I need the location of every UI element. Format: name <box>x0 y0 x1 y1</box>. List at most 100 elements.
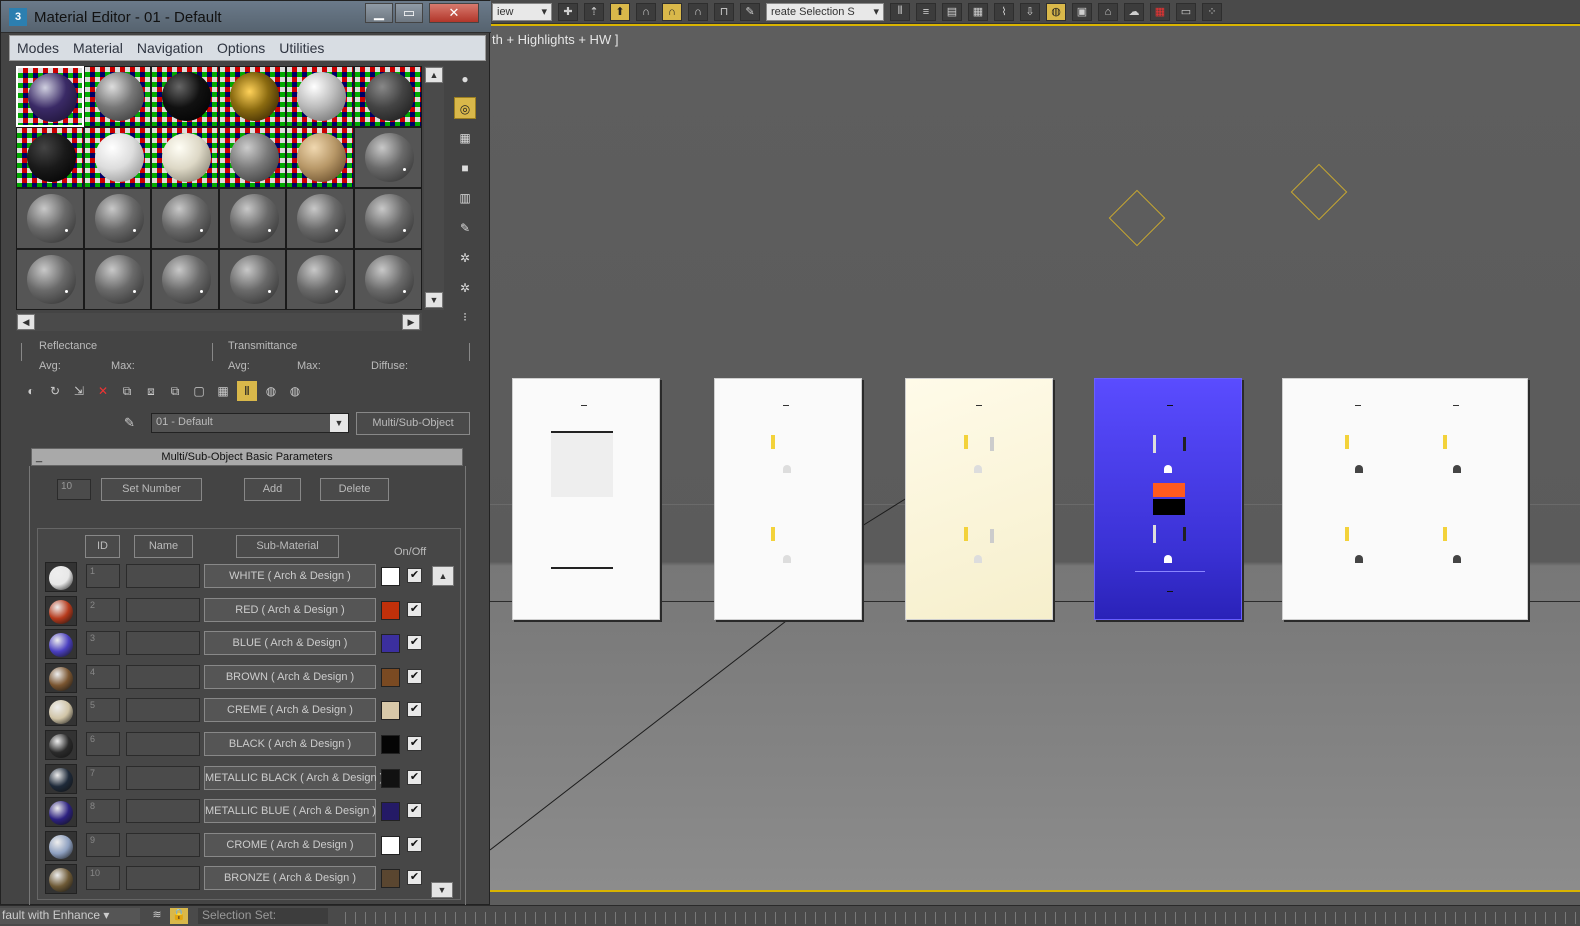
mirror-icon[interactable]: ⫴ <box>890 2 910 21</box>
sub-material-name-field[interactable] <box>126 799 200 824</box>
sub-material-onoff-checkbox[interactable]: ✔ <box>407 836 422 852</box>
sub-material-name-field[interactable] <box>126 866 200 891</box>
material-type-button[interactable]: Multi/Sub-Object <box>356 412 470 435</box>
show-end-result-icon[interactable]: Ⅱ <box>237 381 257 401</box>
sample-slot[interactable] <box>16 66 84 127</box>
sub-material-button[interactable]: RED ( Arch & Design ) <box>204 597 376 622</box>
sub-material-id-field[interactable]: 5 <box>86 698 120 723</box>
sub-material-onoff-checkbox[interactable]: ✔ <box>407 601 422 617</box>
make-preview-icon[interactable]: ✎ <box>454 217 476 239</box>
list-scroll-down-button[interactable]: ▼ <box>431 882 453 898</box>
sub-material-onoff-checkbox[interactable]: ✔ <box>407 803 422 819</box>
sub-material-button[interactable]: METALLIC BLACK ( Arch & Design ) <box>204 765 383 790</box>
sub-material-id-field[interactable]: 1 <box>86 564 120 588</box>
slots-vertical-scrollbar[interactable]: ▲ ▼ <box>424 66 444 310</box>
sample-slot[interactable] <box>151 127 219 188</box>
snap-icon[interactable]: ⬆ <box>610 2 630 21</box>
sample-slot[interactable] <box>83 249 152 310</box>
sample-slot[interactable] <box>83 188 152 249</box>
sample-slot[interactable] <box>218 249 287 310</box>
sub-material-id-field[interactable]: 10 <box>86 866 120 891</box>
maximize-button[interactable]: ▭ <box>395 3 423 23</box>
sub-material-name-field[interactable] <box>126 564 200 588</box>
background-checker-icon[interactable]: ▦ <box>454 127 476 149</box>
sample-slot[interactable] <box>353 188 422 249</box>
sub-material-color-swatch[interactable] <box>381 567 400 586</box>
reference-coord-dropdown[interactable]: iew ▾ <box>492 2 552 21</box>
count-field[interactable]: 10 <box>57 479 91 500</box>
backlight-icon[interactable]: ◎ <box>454 97 476 119</box>
sample-slot[interactable] <box>218 127 287 188</box>
scroll-left-button[interactable]: ◀ <box>17 314 35 330</box>
sample-slot[interactable] <box>353 127 422 188</box>
sub-material-thumbnail[interactable] <box>45 864 77 895</box>
sub-material-thumbnail[interactable] <box>45 696 77 727</box>
make-unique-icon[interactable]: ⧈ <box>141 381 161 401</box>
sub-material-thumbnail[interactable] <box>45 797 77 828</box>
align-icon[interactable]: ≡ <box>916 2 936 21</box>
render-preset-dropdown[interactable]: fault with Enhance ▾ <box>0 908 140 924</box>
material-id-channel-icon[interactable]: ▢ <box>189 381 209 401</box>
sub-material-color-swatch[interactable] <box>381 802 400 822</box>
lock-selection-icon[interactable]: 🔒 <box>170 908 188 924</box>
render-setup-icon[interactable]: ▣ <box>1072 2 1092 21</box>
gfci-plate-blue[interactable] <box>1094 378 1242 620</box>
sub-material-thumbnail[interactable] <box>45 763 77 794</box>
sub-material-color-swatch[interactable] <box>381 735 400 754</box>
sample-slot[interactable] <box>16 127 84 188</box>
sub-material-button[interactable]: BRONZE ( Arch & Design ) <box>204 866 376 891</box>
sub-material-onoff-checkbox[interactable]: ✔ <box>407 769 422 785</box>
sub-material-color-swatch[interactable] <box>381 634 400 654</box>
scroll-up-button[interactable]: ▲ <box>425 67 443 83</box>
render-iterative-icon[interactable]: ▦ <box>1150 2 1170 21</box>
sub-material-button[interactable]: WHITE ( Arch & Design ) <box>204 564 376 588</box>
put-to-library-icon[interactable]: ⧉ <box>165 381 185 401</box>
delete-button[interactable]: Delete <box>320 478 389 501</box>
selection-set-field[interactable]: Selection Set: <box>198 908 328 924</box>
sub-material-onoff-checkbox[interactable]: ✔ <box>407 870 422 886</box>
sample-slot[interactable] <box>286 127 354 188</box>
sample-type-icon[interactable]: ● <box>454 68 476 90</box>
show-shaded-material-icon[interactable]: ▦ <box>213 381 233 401</box>
spinner-snap-icon[interactable]: ∩ <box>688 2 708 21</box>
render-production-icon[interactable]: ☁ <box>1124 2 1144 21</box>
layer-manager-icon[interactable]: ▤ <box>942 2 962 21</box>
sub-material-thumbnail[interactable] <box>45 662 77 693</box>
named-selection-dropdown[interactable]: reate Selection S ▾ <box>766 2 884 21</box>
rollout-toggle[interactable]: _ <box>36 449 42 465</box>
options-icon[interactable]: ✲ <box>454 247 476 269</box>
sub-material-name-field[interactable] <box>126 664 200 689</box>
sub-material-color-swatch[interactable] <box>381 869 400 889</box>
double-outlet-plate[interactable] <box>1282 378 1528 620</box>
sub-material-id-field[interactable]: 8 <box>86 799 120 824</box>
slots-horizontal-scrollbar[interactable]: ◀ ▶ <box>16 313 422 331</box>
online-render-icon[interactable]: ▭ <box>1176 2 1196 21</box>
sub-material-color-swatch[interactable] <box>381 667 400 687</box>
sub-material-thumbnail[interactable] <box>45 629 77 660</box>
menu-options[interactable]: Options <box>210 40 272 56</box>
copy-material-icon[interactable]: ⧉ <box>117 381 137 401</box>
sub-material-onoff-checkbox[interactable]: ✔ <box>407 668 422 684</box>
get-material-icon[interactable]: ◐ <box>21 381 41 401</box>
go-to-parent-icon[interactable]: ◍ <box>261 381 281 401</box>
sub-material-id-field[interactable]: 9 <box>86 832 120 857</box>
percent-snap-icon[interactable]: ∩ <box>662 2 682 21</box>
render-frame-icon[interactable]: ⌂ <box>1098 2 1118 21</box>
sub-material-header-button[interactable]: Sub-Material <box>236 535 339 558</box>
sample-slot[interactable] <box>286 188 354 249</box>
sub-material-onoff-checkbox[interactable]: ✔ <box>407 635 422 651</box>
sub-material-button[interactable]: CREME ( Arch & Design ) <box>204 698 376 723</box>
material-navigator-icon[interactable]: ⁝ <box>454 306 476 328</box>
sample-slot[interactable] <box>83 66 152 127</box>
sub-material-color-swatch[interactable] <box>381 768 400 788</box>
sample-slot[interactable] <box>286 249 354 310</box>
chevron-down-icon[interactable]: ▼ <box>330 414 348 432</box>
layers-icon[interactable]: ≋ <box>148 908 166 924</box>
reset-map-icon[interactable]: ✕ <box>93 381 113 401</box>
sub-material-color-swatch[interactable] <box>381 701 400 721</box>
sub-material-button[interactable]: BROWN ( Arch & Design ) <box>204 664 376 689</box>
title-bar[interactable]: 3 Material Editor - 01 - Default ▁ ▭ ✕ <box>1 1 491 33</box>
material-name-field[interactable]: 01 - Default ▼ <box>151 413 349 433</box>
set-number-button[interactable]: Set Number <box>101 478 202 501</box>
a360-icon[interactable]: ⁘ <box>1202 2 1222 21</box>
